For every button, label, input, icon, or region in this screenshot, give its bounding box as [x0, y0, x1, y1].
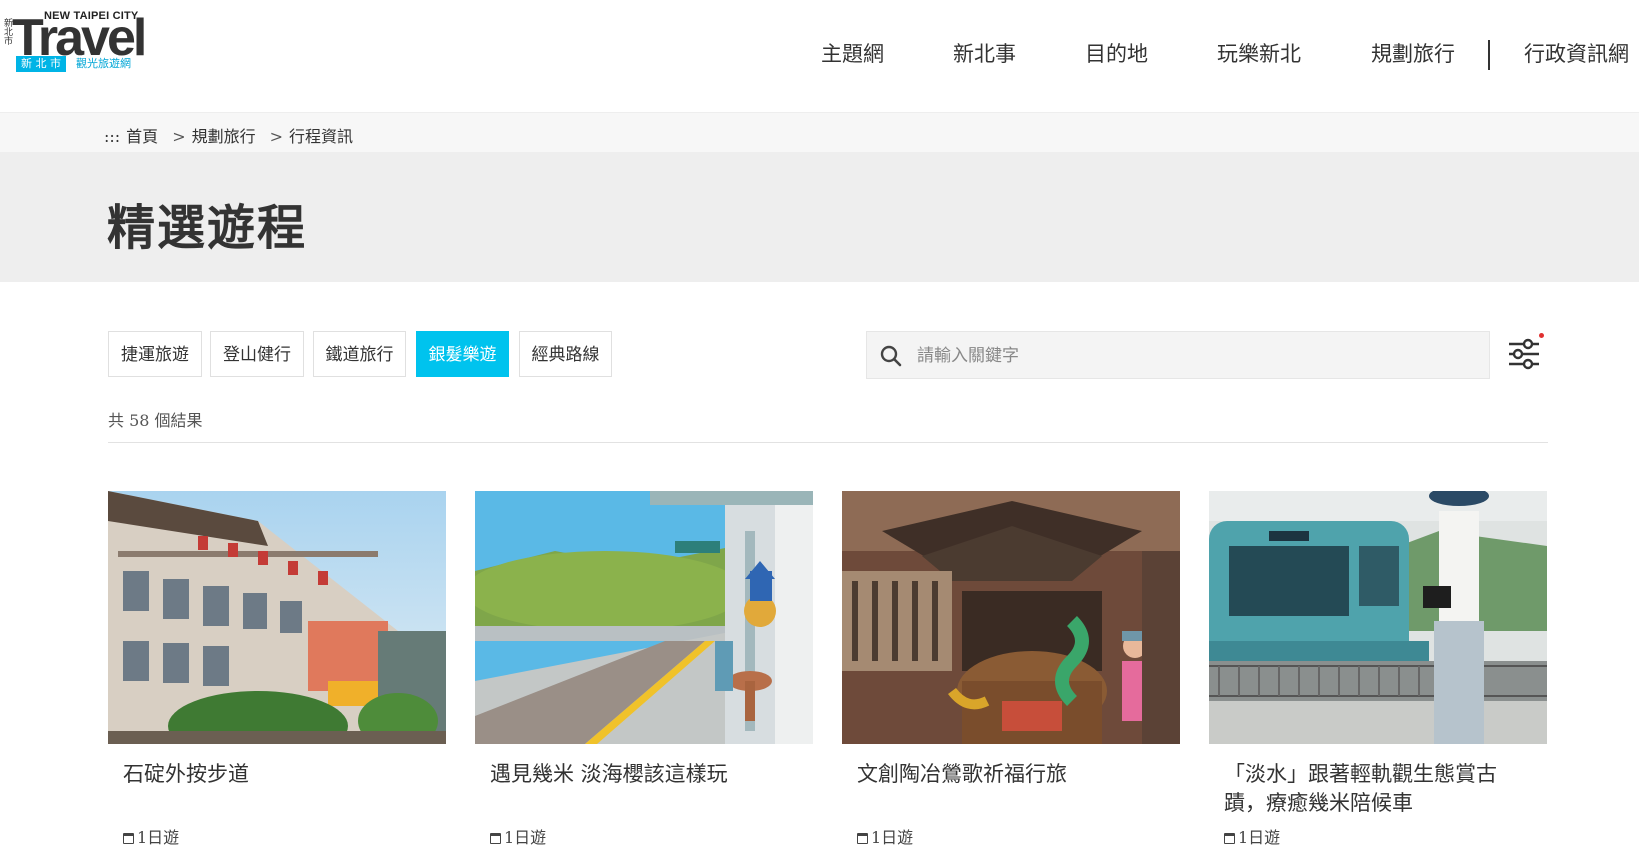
- nav-divider: [1488, 40, 1490, 70]
- card-duration: 1日遊: [1224, 824, 1280, 848]
- sliders-icon: [1509, 338, 1539, 370]
- card-image: [1209, 491, 1547, 744]
- site-header: 新北市 Travel NEW TAIPEI CITY 新 北 市 觀光旅遊網 主…: [0, 0, 1639, 112]
- filter-settings-button[interactable]: [1504, 334, 1544, 374]
- card-duration: 1日遊: [123, 824, 179, 848]
- card-duration-text: 1日遊: [504, 828, 547, 847]
- nav-item-destination[interactable]: 目的地: [1085, 38, 1148, 68]
- search-icon: [880, 345, 902, 367]
- nav-item-theme[interactable]: 主題網: [821, 38, 884, 68]
- divider: [108, 442, 1548, 443]
- breadcrumb: ::: 首頁 > 規劃旅行 > 行程資訊: [0, 112, 1639, 153]
- card-title: 遇見幾米 淡海櫻該這樣玩: [490, 762, 728, 786]
- breadcrumb-separator: >: [269, 127, 284, 146]
- nav-item-admin[interactable]: 行政資訊網: [1524, 38, 1629, 68]
- search-input[interactable]: [915, 332, 1479, 380]
- trip-card[interactable]: 「淡水」跟著輕軌觀生態賞古蹟，療癒幾米陪候車 1日遊: [1209, 491, 1547, 847]
- page-banner: 精選遊程: [0, 152, 1639, 282]
- logo-tag-right: 觀光旅遊網: [76, 57, 131, 70]
- breadcrumb-marker: :::: [104, 127, 121, 146]
- card-image: [475, 491, 813, 744]
- nav-item-plan[interactable]: 規劃旅行: [1371, 38, 1455, 68]
- filter-tag-railway[interactable]: 鐵道旅行: [313, 331, 406, 377]
- breadcrumb-separator: >: [172, 127, 186, 146]
- filter-tag-mrt[interactable]: 捷運旅遊: [108, 331, 202, 377]
- filter-tag-classic[interactable]: 經典路線: [519, 331, 612, 377]
- filter-tag-hiking[interactable]: 登山健行: [210, 331, 304, 377]
- trip-card[interactable]: 遇見幾米 淡海櫻該這樣玩 1日遊: [475, 491, 813, 847]
- logo-city-text: NEW TAIPEI CITY: [44, 10, 139, 22]
- card-title: 「淡水」跟著輕軌觀生態賞古蹟，療癒幾米陪候車: [1224, 762, 1497, 815]
- card-duration: 1日遊: [857, 824, 913, 848]
- card-duration-text: 1日遊: [871, 828, 914, 847]
- calendar-icon: [490, 833, 501, 844]
- site-logo[interactable]: 新北市 Travel NEW TAIPEI CITY 新 北 市 觀光旅遊網: [4, 8, 154, 72]
- breadcrumb-current: 行程資訊: [289, 127, 354, 146]
- breadcrumb-home[interactable]: 首頁: [126, 127, 158, 146]
- breadcrumb-plan[interactable]: 規劃旅行: [192, 127, 256, 146]
- filter-tag-senior[interactable]: 銀髮樂遊: [416, 331, 509, 377]
- card-duration: 1日遊: [490, 824, 546, 848]
- card-image: [842, 491, 1180, 744]
- card-duration-text: 1日遊: [1238, 828, 1281, 847]
- calendar-icon: [1224, 833, 1235, 844]
- result-count: 共 58 個結果: [108, 411, 203, 430]
- nav-item-play[interactable]: 玩樂新北: [1217, 38, 1301, 68]
- page-title: 精選遊程: [107, 200, 308, 256]
- calendar-icon: [857, 833, 868, 844]
- card-title: 文創陶冶鶯歌祈福行旅: [857, 762, 1067, 786]
- logo-tag-left: 新 北 市: [16, 56, 66, 72]
- search-box: [866, 331, 1490, 380]
- filter-active-dot: [1539, 333, 1544, 338]
- nav-item-news[interactable]: 新北事: [953, 38, 1016, 68]
- card-duration-text: 1日遊: [137, 828, 180, 847]
- trip-card[interactable]: 石碇外按步道 1日遊: [108, 491, 446, 847]
- card-image: [108, 491, 446, 744]
- calendar-icon: [123, 833, 134, 844]
- card-title: 石碇外按步道: [123, 762, 249, 786]
- trip-card[interactable]: 文創陶冶鶯歌祈福行旅 1日遊: [842, 491, 1180, 847]
